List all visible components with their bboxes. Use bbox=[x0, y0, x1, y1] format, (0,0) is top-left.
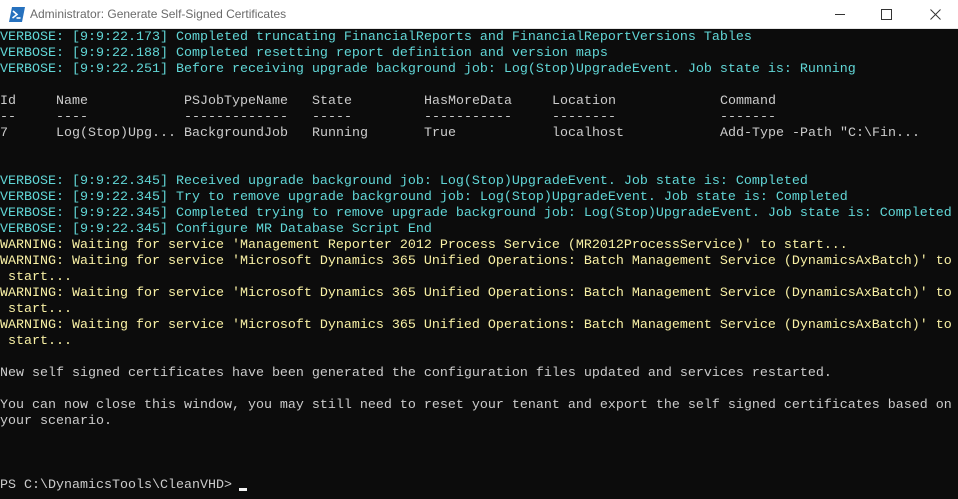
column-header: State bbox=[312, 94, 352, 109]
job-table-separator: -- ---- ------------- ----- ----------- … bbox=[0, 110, 958, 126]
warning-line: WARNING: Waiting for service 'Microsoft … bbox=[0, 318, 952, 333]
separator: -- bbox=[0, 110, 16, 125]
verbose-line: VERBOSE: [9:9:22.345] Configure MR Datab… bbox=[0, 222, 432, 237]
close-icon bbox=[930, 9, 941, 20]
verbose-line: VERBOSE: [9:9:22.173] Completed truncati… bbox=[0, 30, 752, 45]
text-cursor bbox=[239, 488, 247, 491]
job-table-header: Id Name PSJobTypeName State HasMoreData … bbox=[0, 94, 958, 110]
title-bar[interactable]: Administrator: Generate Self-Signed Cert… bbox=[0, 0, 958, 29]
column-header: Command bbox=[720, 94, 776, 109]
cell-name: Log(Stop)Upg... bbox=[56, 126, 176, 141]
status-message: New self signed certificates have been g… bbox=[0, 366, 832, 381]
cell-has-more-data: True bbox=[424, 126, 456, 141]
verbose-line: VERBOSE: [9:9:22.251] Before receiving u… bbox=[0, 62, 856, 77]
warning-line: start... bbox=[0, 270, 72, 285]
cell-job-type: BackgroundJob bbox=[184, 126, 288, 141]
maximize-button[interactable] bbox=[863, 0, 909, 29]
column-header: Name bbox=[56, 94, 88, 109]
verbose-line: VERBOSE: [9:9:22.188] Completed resettin… bbox=[0, 46, 608, 61]
warning-line: start... bbox=[0, 334, 72, 349]
column-header: Id bbox=[0, 94, 16, 109]
status-message: your scenario. bbox=[0, 414, 112, 429]
warning-line: WARNING: Waiting for service 'Microsoft … bbox=[0, 254, 952, 269]
command-prompt[interactable]: PS C:\DynamicsTools\CleanVHD> bbox=[0, 478, 240, 494]
cell-id: 7 bbox=[0, 126, 8, 141]
separator: ------- bbox=[720, 110, 776, 125]
separator: ----------- bbox=[424, 110, 512, 125]
status-message: You can now close this window, you may s… bbox=[0, 398, 952, 413]
warning-line: start... bbox=[0, 302, 72, 317]
warning-line: WARNING: Waiting for service 'Microsoft … bbox=[0, 286, 952, 301]
column-header: Location bbox=[552, 94, 616, 109]
verbose-line: VERBOSE: [9:9:22.345] Received upgrade b… bbox=[0, 174, 808, 189]
separator: ---- bbox=[56, 110, 88, 125]
minimize-button[interactable] bbox=[817, 0, 863, 29]
maximize-icon bbox=[881, 9, 892, 20]
separator: ----- bbox=[312, 110, 352, 125]
verbose-line: VERBOSE: [9:9:22.345] Completed trying t… bbox=[0, 206, 952, 221]
warning-line: WARNING: Waiting for service 'Management… bbox=[0, 238, 848, 253]
column-header: PSJobTypeName bbox=[184, 94, 288, 109]
column-header: HasMoreData bbox=[424, 94, 512, 109]
cell-command: Add-Type -Path "C:\Fin... bbox=[720, 126, 920, 141]
cell-location: localhost bbox=[552, 126, 624, 141]
separator: -------- bbox=[552, 110, 616, 125]
verbose-line: VERBOSE: [9:9:22.345] Try to remove upgr… bbox=[0, 190, 848, 205]
console-output[interactable]: VERBOSE: [9:9:22.173] Completed truncati… bbox=[0, 30, 958, 499]
cell-state: Running bbox=[312, 126, 368, 141]
close-button[interactable] bbox=[912, 0, 958, 29]
window-title: Administrator: Generate Self-Signed Cert… bbox=[30, 7, 287, 21]
powershell-icon bbox=[9, 7, 25, 22]
console-window: Administrator: Generate Self-Signed Cert… bbox=[0, 0, 958, 499]
minimize-icon bbox=[835, 14, 845, 15]
separator: ------------- bbox=[184, 110, 288, 125]
job-table-row: 7 Log(Stop)Upg... BackgroundJob Running … bbox=[0, 126, 958, 142]
